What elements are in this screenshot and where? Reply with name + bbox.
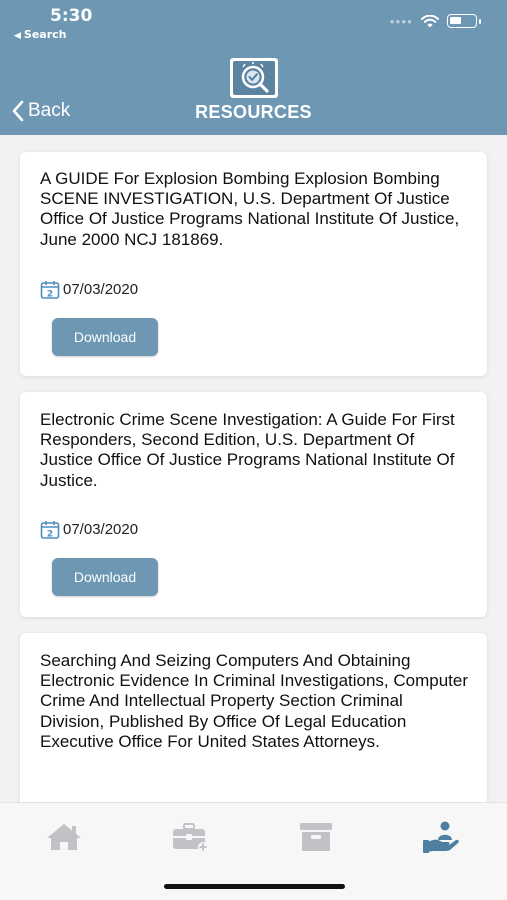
resource-title: A GUIDE For Explosion Bombing Explosion … <box>40 169 460 249</box>
back-triangle-icon: ◀ <box>14 31 21 41</box>
svg-text:2: 2 <box>47 290 53 300</box>
wifi-icon <box>421 14 439 27</box>
home-icon <box>47 824 81 850</box>
status-back-label: Search <box>23 28 67 41</box>
app-logo-icon <box>230 58 278 98</box>
resource-card: Electronic Crime Scene Investigation: A … <box>20 392 487 617</box>
download-button[interactable]: Download <box>52 558 158 596</box>
battery-icon <box>447 14 477 28</box>
resource-title: Searching And Seizing Computers And Obta… <box>40 651 469 751</box>
resource-date: 07/03/2020 <box>63 281 139 298</box>
resources-hand-icon <box>423 821 459 853</box>
page-title: RESOURCES <box>195 102 312 122</box>
resource-date-row: 2 07/03/2020 <box>40 280 138 299</box>
tab-resources[interactable] <box>420 819 464 855</box>
battery-tip <box>479 18 481 24</box>
resource-date: 07/03/2020 <box>63 521 139 538</box>
status-back-to-app[interactable]: ◀ Search <box>14 28 67 41</box>
tab-cases[interactable] <box>168 819 212 855</box>
tab-home[interactable] <box>42 819 86 855</box>
calendar-icon: 2 <box>40 281 60 300</box>
resource-list[interactable]: A GUIDE For Explosion Bombing Explosion … <box>0 135 507 802</box>
header: 5:30 ◀ Search ●●●● Back RESOURCES <box>0 0 507 135</box>
svg-text:2: 2 <box>47 530 53 540</box>
status-time: 5:30 <box>50 6 93 26</box>
calendar-icon: 2 <box>40 521 60 540</box>
tab-archive[interactable] <box>294 819 338 855</box>
signal-icon: ●●●● <box>389 16 413 26</box>
resource-title: Electronic Crime Scene Investigation: A … <box>40 410 455 490</box>
home-indicator[interactable] <box>164 884 345 889</box>
download-button[interactable]: Download <box>52 318 158 356</box>
resource-card: Searching And Seizing Computers And Obta… <box>20 633 487 802</box>
status-indicators: ●●●● <box>390 14 481 28</box>
archive-icon <box>300 823 332 851</box>
briefcase-icon <box>173 823 208 852</box>
resource-date-row: 2 07/03/2020 <box>40 520 138 539</box>
resource-card: A GUIDE For Explosion Bombing Explosion … <box>20 152 487 376</box>
